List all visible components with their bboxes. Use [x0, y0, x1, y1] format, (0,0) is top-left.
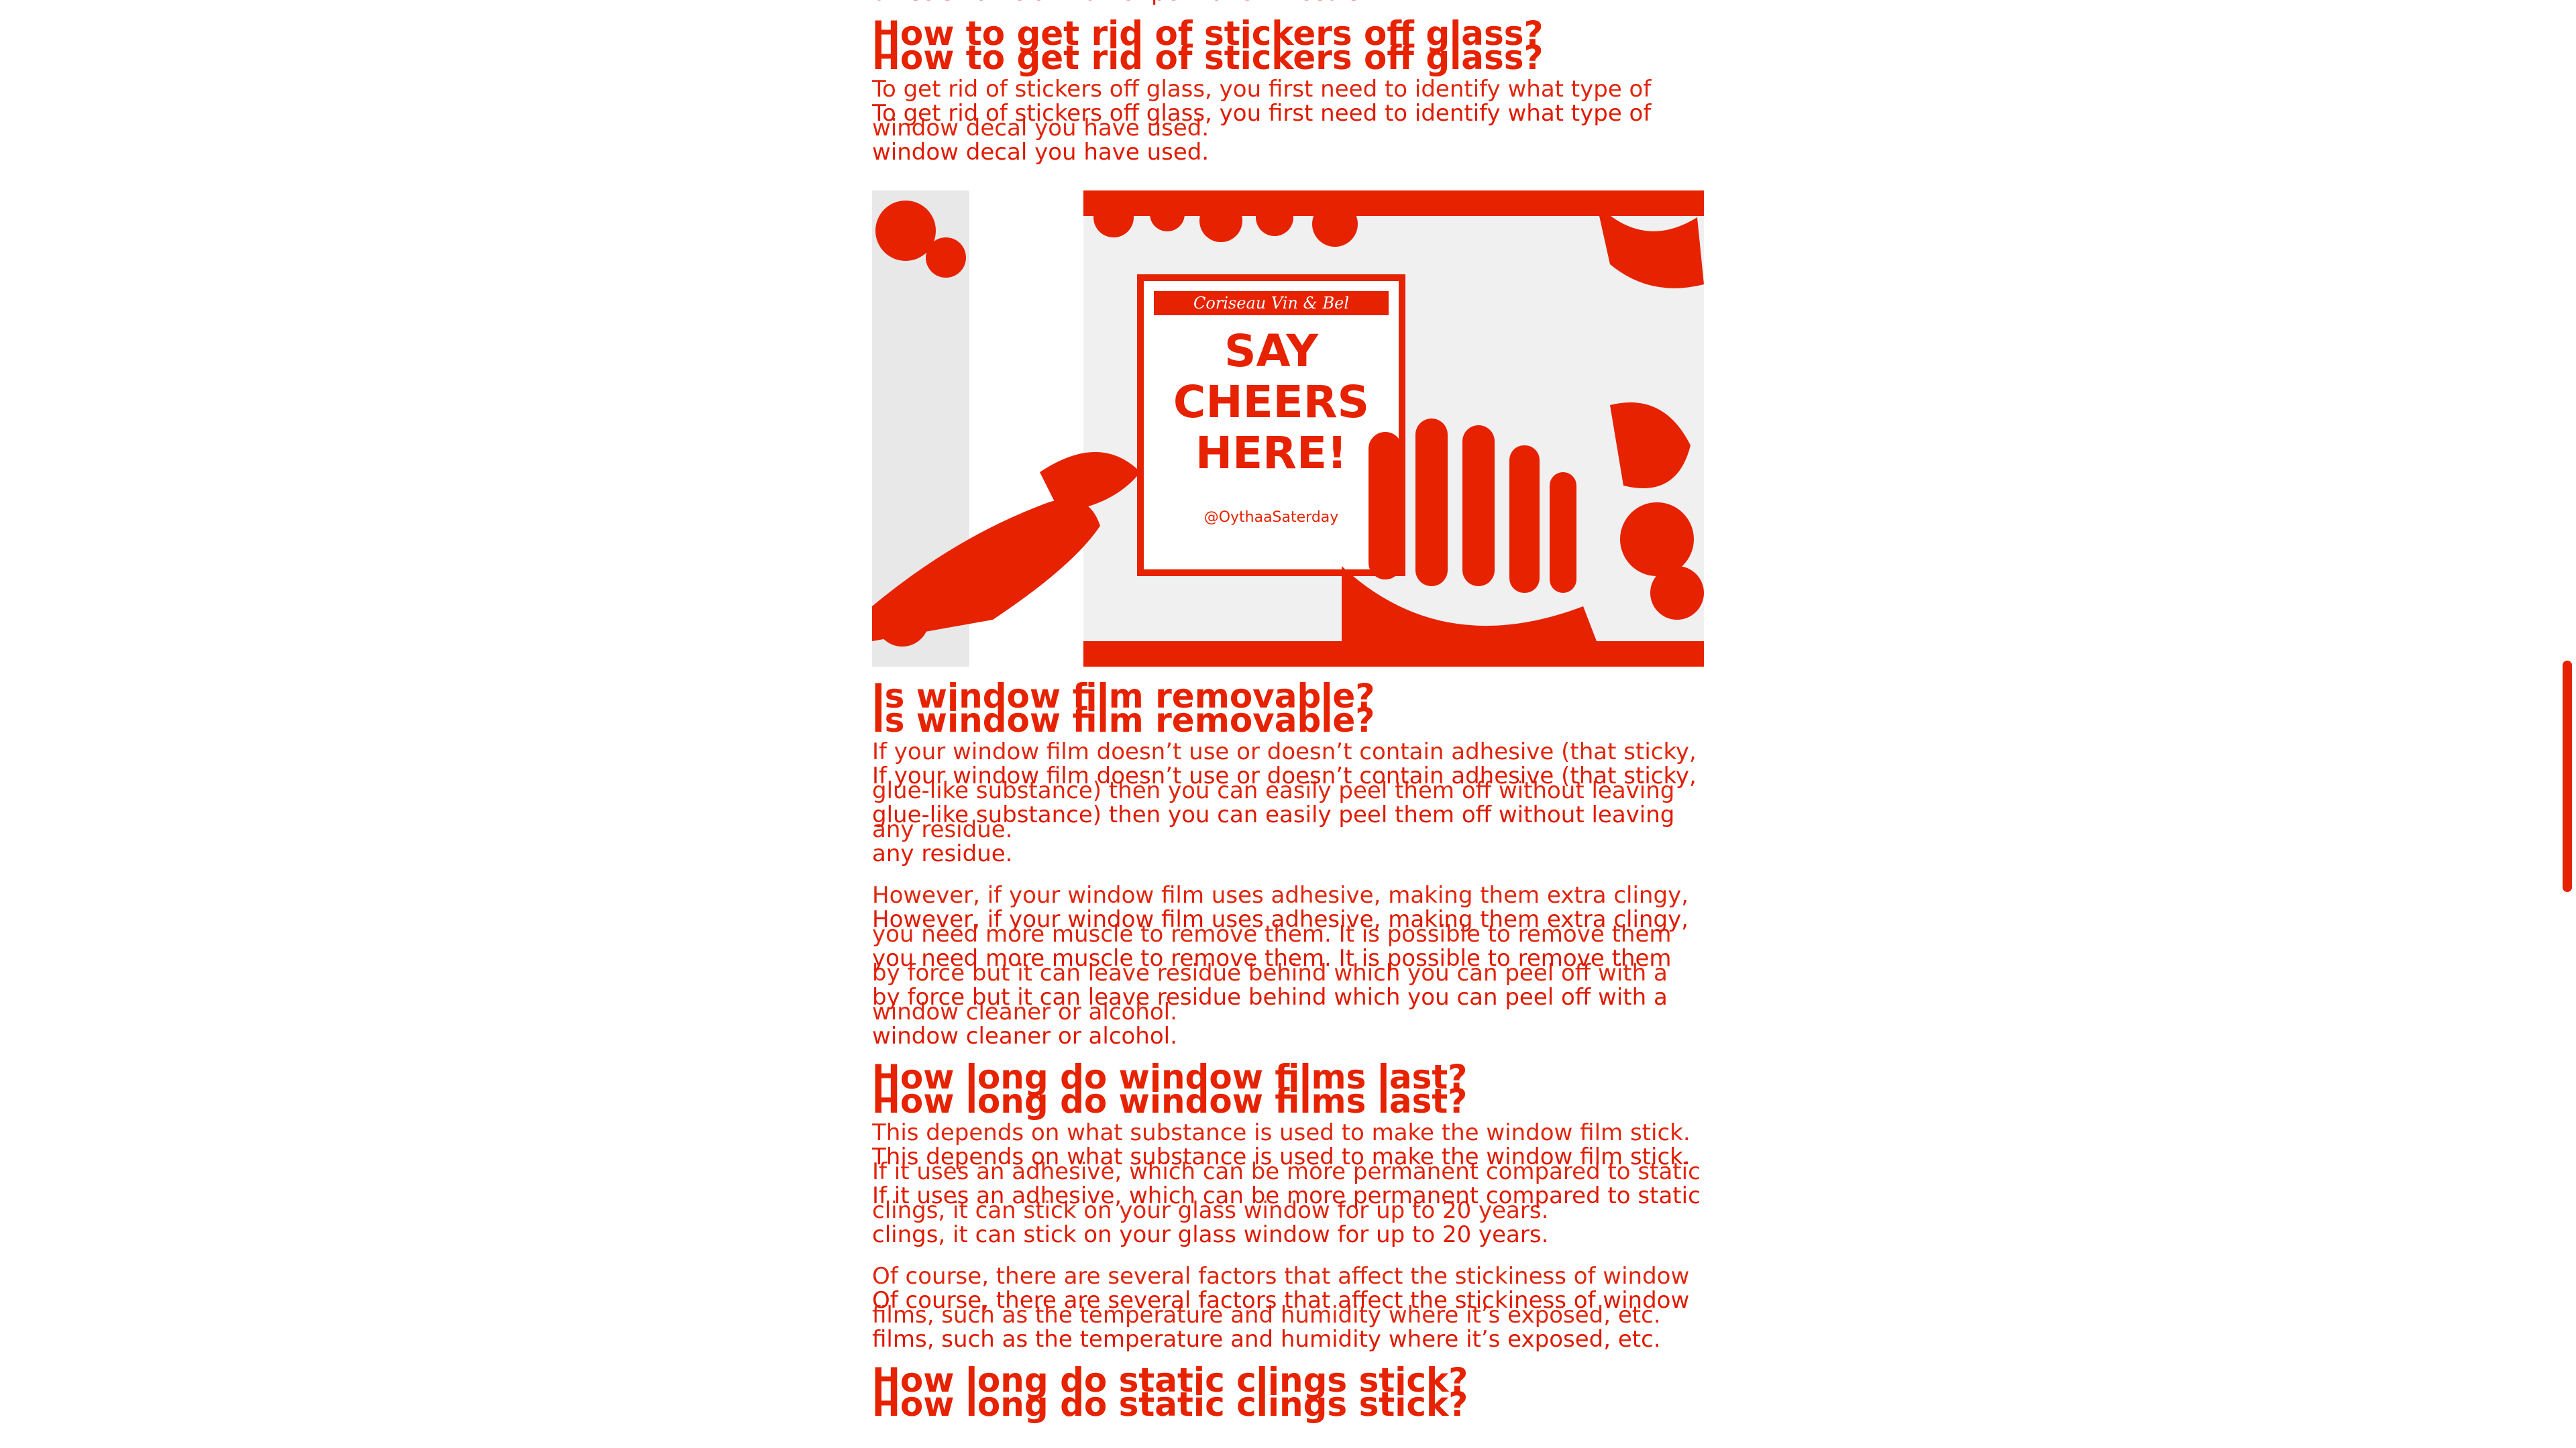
intro-tail-line: office’s name and other permanent decors… — [872, 0, 1368, 6]
svg-text:SAY: SAY — [1224, 325, 1319, 377]
page: office’s name and other permanent decors… — [0, 0, 2576, 1448]
paragraph-ghost: However, if your window film uses adhesi… — [872, 882, 1688, 1025]
paragraph-ghost: This depends on what substance is used t… — [872, 1119, 1701, 1224]
heading-ghost: How long do window films last? — [872, 1058, 1468, 1097]
paragraph-ghost: If your window film doesn’t use or doesn… — [872, 738, 1697, 843]
paragraph-ghost: Of course, there are several factors tha… — [872, 1263, 1690, 1329]
scrollbar-thumb[interactable] — [2563, 661, 2572, 892]
heading-ghost: Is window film removable? — [872, 677, 1375, 716]
paragraph-with-adhesive: However, if your window film uses adhesi… — [872, 882, 1704, 1056]
sticker-photo: Coriseau Vin & Bel SAY CHEERS HERE! @Oyt… — [872, 190, 1704, 667]
sticker-top-text: Coriseau Vin & Bel — [1193, 294, 1349, 313]
page-scrollbar[interactable] — [2553, 0, 2576, 1448]
intro-tail-text: office’s name and other permanent decors… — [872, 0, 1704, 12]
heading-ghost: How long do static clings stick? — [872, 1361, 1468, 1400]
paragraph-no-adhesive: If your window film doesn’t use or doesn… — [872, 738, 1704, 873]
paragraph-substance-duration: This depends on what substance is used t… — [872, 1119, 1704, 1254]
svg-text:HERE!: HERE! — [1195, 427, 1347, 479]
svg-text:CHEERS: CHEERS — [1173, 376, 1369, 428]
article: office’s name and other permanent decors… — [872, 0, 1704, 1423]
sticker-handle-text: @OythaaSaterday — [1204, 509, 1339, 526]
paragraph-ghost: To get rid of stickers off glass, you fi… — [872, 76, 1652, 142]
heading-static-clings: How long do static clings stick? How lon… — [872, 1361, 1704, 1423]
sticker-photo-graphic: Coriseau Vin & Bel SAY CHEERS HERE! @Oyt… — [872, 190, 1704, 667]
heading-ghost: How to get rid of stickers off glass? — [872, 14, 1544, 53]
paragraph-stickiness-factors: Of course, there are several factors tha… — [872, 1263, 1704, 1359]
paragraph-identify-decal: To get rid of stickers off glass, you fi… — [872, 76, 1704, 172]
